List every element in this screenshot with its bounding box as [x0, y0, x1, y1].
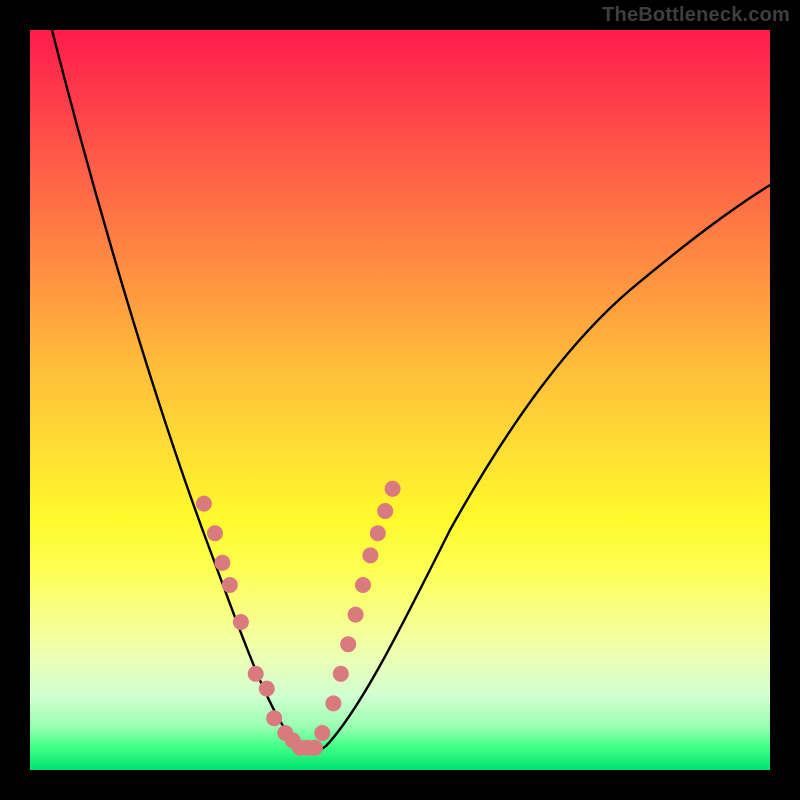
chart-marker-dot [214, 555, 230, 571]
chart-marker-dot [340, 636, 356, 652]
chart-marker-dot [233, 614, 249, 630]
chart-marker-dot [222, 577, 238, 593]
chart-plot-area [30, 30, 770, 770]
chart-marker-dot [325, 695, 341, 711]
chart-marker-dot [259, 681, 275, 697]
chart-svg [30, 30, 770, 770]
chart-marker-dot [314, 725, 330, 741]
chart-marker-dot [307, 740, 323, 756]
chart-marker-dot [370, 525, 386, 541]
chart-frame: TheBottleneck.com [0, 0, 800, 800]
chart-marker-dot [362, 547, 378, 563]
chart-marker-dot [207, 525, 223, 541]
watermark-text: TheBottleneck.com [602, 4, 790, 27]
chart-marker-dot [248, 666, 264, 682]
chart-marker-dot [196, 496, 212, 512]
chart-curve [52, 30, 770, 752]
chart-marker-dot [377, 503, 393, 519]
chart-marker-dot [348, 607, 364, 623]
chart-marker-dot [266, 710, 282, 726]
chart-markers [196, 481, 401, 756]
chart-marker-dot [355, 577, 371, 593]
chart-marker-dot [385, 481, 401, 497]
chart-marker-dot [333, 666, 349, 682]
